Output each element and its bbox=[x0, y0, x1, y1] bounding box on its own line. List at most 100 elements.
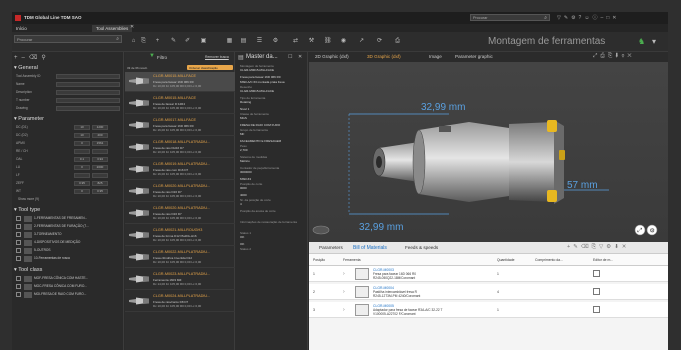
list-item[interactable]: CLGR-M0018-MILLPLATRADIU... Fresa de raio… bbox=[125, 138, 235, 158]
tab-bill-of-materials[interactable]: Bill of Materials bbox=[353, 245, 387, 251]
col-position[interactable]: Posição bbox=[313, 254, 325, 266]
list-item[interactable]: CLGR-M0022-MILLPLATRADIU... Fresa cilíndr… bbox=[125, 248, 235, 268]
checkbox[interactable] bbox=[16, 224, 21, 229]
list-item[interactable]: CLGR-M0021-MILLROUGH3 Fresa de forma D12 … bbox=[125, 226, 235, 246]
list-item[interactable]: CLGR-M0020-MILLPLATRADIU... Fresa de raio… bbox=[125, 204, 235, 224]
close-icon[interactable]: ✕ bbox=[627, 53, 634, 59]
bom-row[interactable]: 1 › CLGR-M0003 Fresa para facear 16D 066 R0… bbox=[309, 266, 668, 282]
export-icon[interactable]: ⇄ bbox=[292, 38, 299, 45]
filter-icon[interactable]: ▽ bbox=[557, 15, 564, 21]
checkbox[interactable] bbox=[16, 292, 21, 297]
menu-icon[interactable]: ▾ bbox=[652, 37, 656, 46]
expand-icon[interactable]: › bbox=[343, 271, 345, 277]
search-icon[interactable]: ⌕ bbox=[116, 36, 119, 42]
edit-icon[interactable]: ✎ bbox=[564, 15, 571, 21]
bom-row[interactable]: 2 › CLGR-M0004 Pastilha intercambiável fres… bbox=[309, 284, 668, 300]
param-max-input[interactable] bbox=[92, 148, 108, 154]
param-min-input[interactable]: 10 bbox=[74, 124, 90, 130]
filter-input[interactable] bbox=[56, 89, 120, 95]
settings-icon[interactable]: ⚙ bbox=[272, 38, 279, 45]
param-min-input[interactable]: 0 bbox=[74, 140, 90, 146]
global-search[interactable]: Procurar ⌕ bbox=[470, 14, 550, 21]
tool-class-item[interactable]: MGI-FRESA DE RAIO COM FURO... bbox=[16, 291, 122, 298]
list-item[interactable]: CLGR-M0015-MILLFACE Fresa para facear 16D… bbox=[125, 72, 235, 92]
checkbox[interactable] bbox=[16, 216, 21, 221]
parameter-section-header[interactable]: ▾ Parameter bbox=[14, 115, 44, 123]
checkbox[interactable] bbox=[16, 240, 21, 245]
close-icon[interactable]: ✕ bbox=[622, 244, 630, 250]
checkbox[interactable] bbox=[16, 232, 21, 237]
clear-filter-icon[interactable]: ⌫ bbox=[29, 55, 41, 61]
view-icon[interactable]: ◉ bbox=[340, 38, 347, 45]
editor-checkbox[interactable] bbox=[593, 288, 600, 295]
tab-tool-assemblies[interactable]: Tool Assemblies bbox=[92, 25, 133, 32]
panel-options-icon[interactable]: ☐ bbox=[288, 54, 292, 60]
filter-input[interactable] bbox=[56, 73, 120, 79]
delete-icon[interactable]: ⌫ bbox=[581, 244, 592, 250]
left-search-input[interactable]: Procurar ⌕ bbox=[14, 35, 122, 43]
component-id-link[interactable]: CLGR-M0005 bbox=[373, 304, 394, 308]
share-icon[interactable]: ↗ bbox=[358, 38, 365, 45]
show-more-link[interactable]: Show more (9) bbox=[18, 197, 39, 201]
pen-icon[interactable]: ✐ bbox=[184, 38, 191, 45]
param-max-input[interactable] bbox=[92, 172, 108, 178]
tab-close-icon[interactable]: ✕ bbox=[130, 24, 134, 30]
settings-icon[interactable]: ⚙ bbox=[571, 15, 578, 21]
param-min-input[interactable]: 0 bbox=[74, 164, 90, 170]
list-item[interactable]: CLGR-M0020-MILLPLATRADIU... Fresa de raio… bbox=[125, 182, 235, 202]
component-id-link[interactable]: CLGR-M0003 bbox=[373, 268, 394, 272]
param-min-input[interactable]: 0 bbox=[74, 188, 90, 194]
bom-row[interactable]: 3 › CLGR-M0005 Adaptador para fresa de face… bbox=[309, 302, 668, 318]
param-min-input[interactable] bbox=[74, 172, 90, 178]
editor-checkbox[interactable] bbox=[593, 270, 600, 277]
close-icon[interactable]: ✕ bbox=[612, 15, 619, 21]
tool-type-item[interactable]: 4-DISPOSITIVOS DE MEDIÇÃO bbox=[16, 239, 122, 246]
filter-input[interactable] bbox=[56, 81, 120, 87]
checkbox[interactable] bbox=[16, 276, 21, 281]
tool-type-section-header[interactable]: ▾ Tool type bbox=[14, 206, 40, 214]
link-icon[interactable]: ⛓ bbox=[324, 38, 332, 45]
expand-icon[interactable]: › bbox=[343, 289, 345, 295]
add-filter-icon[interactable]: + bbox=[14, 55, 22, 61]
tool-type-item[interactable]: 1-FERRAMENTAS DE FRESAMEN... bbox=[16, 215, 122, 222]
param-min-input[interactable]: 0.1 bbox=[74, 156, 90, 162]
tool-type-item[interactable]: 10-Ferramentas de rosca bbox=[16, 255, 122, 262]
sort-dropdown[interactable]: Ordenar classificação bbox=[187, 65, 233, 70]
settings-icon[interactable]: ⚙ bbox=[606, 244, 614, 250]
grid-icon[interactable]: ▦ bbox=[226, 38, 233, 45]
tab-parameters[interactable]: Parameters bbox=[319, 245, 343, 250]
list-item[interactable]: CLGR-M0017-MILLFACE Fresa para facear 16D… bbox=[125, 116, 235, 136]
editor-checkbox[interactable] bbox=[593, 306, 600, 313]
param-max-input[interactable]: 0.95 bbox=[92, 188, 108, 194]
close-icon[interactable]: ✕ bbox=[298, 54, 302, 60]
checkbox[interactable] bbox=[16, 284, 21, 289]
tab-image[interactable]: Image bbox=[429, 54, 442, 59]
home-icon[interactable]: ⌂ bbox=[130, 38, 137, 45]
filter-input[interactable] bbox=[56, 105, 120, 111]
general-section-header[interactable]: ▾ General bbox=[14, 64, 38, 72]
edit-icon[interactable]: ✎ bbox=[170, 38, 177, 45]
print-icon[interactable]: ⎙ bbox=[394, 38, 401, 45]
filter-input[interactable] bbox=[56, 97, 120, 103]
list-item[interactable]: CLGR-M0023-MILLPLATRADIU... Ferramenta 16… bbox=[125, 270, 235, 290]
component-id-link[interactable]: CLGR-M0004 bbox=[373, 286, 394, 290]
funnel-icon[interactable]: ▼ bbox=[149, 53, 155, 59]
folder-icon[interactable]: ▤ bbox=[240, 38, 247, 45]
param-max-input[interactable]: 3.94 bbox=[92, 156, 108, 162]
copy-icon[interactable]: ⎘ bbox=[592, 244, 599, 250]
copy-icon[interactable]: ⎘ bbox=[140, 38, 147, 45]
param-max-input[interactable]: 1200 bbox=[92, 124, 108, 130]
param-max-input[interactable]: 825 bbox=[92, 180, 108, 186]
param-min-input[interactable]: 0.95 bbox=[74, 180, 90, 186]
edit-icon[interactable]: ✎ bbox=[573, 244, 581, 250]
tool-type-item[interactable]: 2-FERRAMENTAS DE FURAÇÃO (7... bbox=[16, 223, 122, 230]
list-item[interactable]: CLGR-M0024-MILLPLATRADIU... Fresa de raio… bbox=[125, 292, 235, 312]
checkbox[interactable] bbox=[16, 248, 21, 253]
pin-icon[interactable]: ⚲ bbox=[41, 55, 49, 61]
tools-icon[interactable]: ⚒ bbox=[308, 38, 315, 45]
expand-icon[interactable]: › bbox=[343, 307, 345, 313]
col-tool[interactable]: Ferramenta bbox=[343, 254, 361, 266]
tab-parameter-graphic[interactable]: Parameter graphic bbox=[455, 54, 493, 59]
param-max-input[interactable]: 1561 bbox=[92, 140, 108, 146]
3d-viewport[interactable]: 32,99 mm 32,99 mm 57 mm ⤢ ⚙ bbox=[309, 62, 668, 242]
